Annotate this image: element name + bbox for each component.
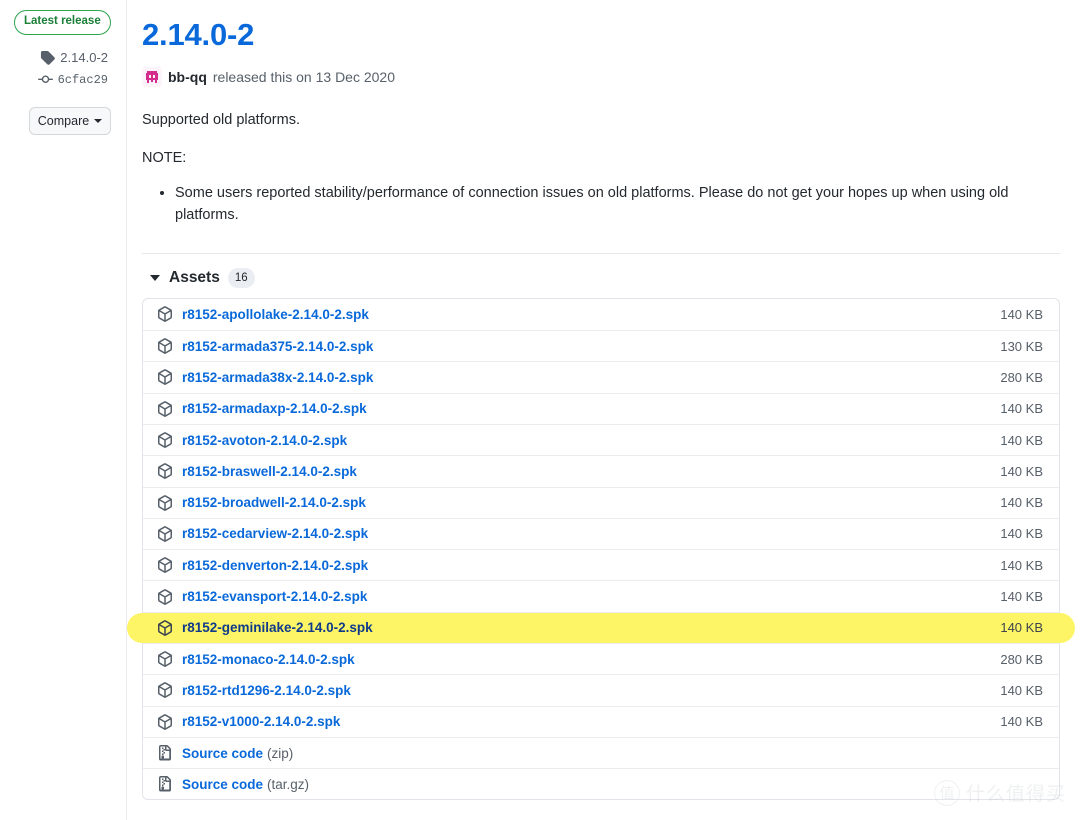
- table-row[interactable]: r8152-avoton-2.14.0-2.spk 140 KB: [143, 423, 1059, 455]
- asset-name-link[interactable]: Source code: [182, 746, 263, 761]
- tag-name: 2.14.0-2: [60, 49, 108, 65]
- release-paragraph-1: Supported old platforms.: [142, 111, 300, 128]
- release-page: Latest release 2.14.0-2 6cfac29 Compare …: [0, 0, 1080, 820]
- chevron-down-icon: [150, 274, 160, 281]
- asset-size: 280 KB: [1000, 369, 1043, 385]
- asset-name-link[interactable]: r8152-cedarview-2.14.0-2.spk: [182, 526, 368, 541]
- asset-name-link[interactable]: r8152-armada375-2.14.0-2.spk: [182, 339, 373, 354]
- table-row[interactable]: r8152-broadwell-2.14.0-2.spk 140 KB: [143, 486, 1059, 518]
- asset-size: 140 KB: [1000, 306, 1043, 322]
- release-note-list: Some users reported stability/performanc…: [142, 182, 1060, 227]
- package-icon: [157, 494, 173, 511]
- asset-format-suffix: (zip): [267, 745, 294, 761]
- assets-count-badge: 16: [227, 267, 255, 288]
- asset-name-link[interactable]: r8152-avoton-2.14.0-2.spk: [182, 433, 347, 448]
- package-icon: [157, 369, 173, 386]
- asset-name-link[interactable]: r8152-geminilake-2.14.0-2.spk: [182, 620, 373, 635]
- table-row[interactable]: r8152-monaco-2.14.0-2.spk 280 KB: [143, 642, 1059, 674]
- asset-size: 140 KB: [1000, 463, 1043, 479]
- asset-size: 140 KB: [1000, 526, 1043, 542]
- asset-name-link[interactable]: r8152-broadwell-2.14.0-2.spk: [182, 495, 366, 510]
- asset-size: 140 KB: [1000, 589, 1043, 605]
- latest-release-badge: Latest release: [14, 10, 111, 35]
- asset-size: 140 KB: [1000, 432, 1043, 448]
- assets-table: r8152-apollolake-2.14.0-2.spk 140 KB r8152…: [127, 297, 1075, 801]
- release-paragraph-2: NOTE:: [142, 150, 187, 167]
- package-icon: [157, 463, 173, 480]
- list-item: Some users reported stability/performanc…: [175, 182, 1060, 227]
- release-sidebar: Latest release 2.14.0-2 6cfac29 Compare: [0, 0, 127, 820]
- asset-format-suffix: (tar.gz): [267, 776, 310, 792]
- table-row[interactable]: r8152-armadaxp-2.14.0-2.spk 140 KB: [143, 392, 1059, 424]
- asset-name-link[interactable]: r8152-monaco-2.14.0-2.spk: [182, 652, 355, 667]
- commit-sha: 6cfac29: [57, 72, 108, 87]
- file-zip-icon: [157, 745, 173, 761]
- package-icon: [157, 338, 173, 355]
- avatar[interactable]: [142, 66, 162, 87]
- assets-label: Assets: [169, 268, 220, 286]
- table-row[interactable]: r8152-cedarview-2.14.0-2.spk 140 KB: [143, 517, 1059, 549]
- package-icon: [157, 713, 173, 730]
- file-zip-icon: [157, 776, 173, 792]
- asset-size: 140 KB: [1000, 620, 1043, 636]
- asset-size: 280 KB: [1000, 651, 1043, 667]
- asset-size: 140 KB: [1000, 495, 1043, 511]
- tag-row[interactable]: 2.14.0-2: [14, 47, 108, 69]
- asset-size: 140 KB: [1000, 401, 1043, 417]
- table-row[interactable]: r8152-armada38x-2.14.0-2.spk 280 KB: [143, 361, 1059, 392]
- asset-name-link[interactable]: Source code: [182, 777, 263, 792]
- package-icon: [157, 619, 173, 636]
- table-row[interactable]: r8152-denverton-2.14.0-2.spk 140 KB: [143, 549, 1059, 580]
- table-row[interactable]: r8152-evansport-2.14.0-2.spk 140 KB: [143, 580, 1059, 611]
- asset-size: 130 KB: [1000, 338, 1043, 354]
- release-meta: 2.14.0-2 6cfac29: [14, 47, 112, 91]
- asset-name-link[interactable]: r8152-denverton-2.14.0-2.spk: [182, 558, 368, 573]
- release-byline-text: released this on 13 Dec 2020: [212, 68, 395, 85]
- asset-name-link[interactable]: r8152-evansport-2.14.0-2.spk: [182, 589, 367, 604]
- release-main: 2.14.0-2 bb-qq released this on 13 Dec 2…: [127, 0, 1080, 820]
- chevron-down-icon: [94, 118, 103, 123]
- assets-toggle[interactable]: Assets 16: [142, 267, 1060, 288]
- table-row[interactable]: r8152-rtd1296-2.14.0-2.spk 140 KB: [143, 674, 1059, 705]
- asset-name-link[interactable]: r8152-v1000-2.14.0-2.spk: [182, 714, 340, 729]
- package-icon: [157, 400, 173, 417]
- tag-icon: [40, 50, 56, 65]
- asset-size: 140 KB: [1000, 714, 1043, 730]
- table-row[interactable]: r8152-apollolake-2.14.0-2.spk 140 KB: [143, 299, 1059, 330]
- commit-row[interactable]: 6cfac29: [14, 69, 108, 91]
- asset-name-link[interactable]: r8152-apollolake-2.14.0-2.spk: [182, 307, 369, 322]
- compare-button[interactable]: Compare: [29, 106, 111, 135]
- asset-name-link[interactable]: r8152-armada38x-2.14.0-2.spk: [182, 370, 373, 385]
- table-row[interactable]: r8152-geminilake-2.14.0-2.spk 140 KB: [127, 611, 1075, 644]
- section-divider: [142, 252, 1060, 254]
- asset-size: 140 KB: [1000, 557, 1043, 573]
- table-row[interactable]: Source code (zip): [143, 736, 1059, 768]
- package-icon: [157, 526, 173, 542]
- table-row[interactable]: r8152-armada375-2.14.0-2.spk 130 KB: [143, 330, 1059, 361]
- package-icon: [157, 651, 173, 667]
- package-icon: [157, 682, 173, 699]
- table-row[interactable]: r8152-braswell-2.14.0-2.spk 140 KB: [143, 455, 1059, 486]
- table-row[interactable]: r8152-v1000-2.14.0-2.spk 140 KB: [143, 705, 1059, 737]
- commit-icon: [37, 72, 53, 87]
- package-icon: [157, 557, 173, 574]
- asset-name-link[interactable]: r8152-armadaxp-2.14.0-2.spk: [182, 401, 367, 416]
- package-icon: [157, 432, 173, 448]
- asset-size: 140 KB: [1000, 682, 1043, 698]
- release-title[interactable]: 2.14.0-2: [142, 16, 254, 55]
- compare-button-label: Compare: [37, 113, 90, 128]
- table-row[interactable]: Source code (tar.gz): [143, 768, 1059, 799]
- package-icon: [157, 588, 173, 605]
- asset-name-link[interactable]: r8152-rtd1296-2.14.0-2.spk: [182, 683, 351, 698]
- package-icon: [157, 306, 173, 323]
- asset-name-link[interactable]: r8152-braswell-2.14.0-2.spk: [182, 464, 357, 479]
- release-byline: bb-qq released this on 13 Dec 2020: [142, 66, 1060, 87]
- release-author[interactable]: bb-qq: [168, 69, 207, 85]
